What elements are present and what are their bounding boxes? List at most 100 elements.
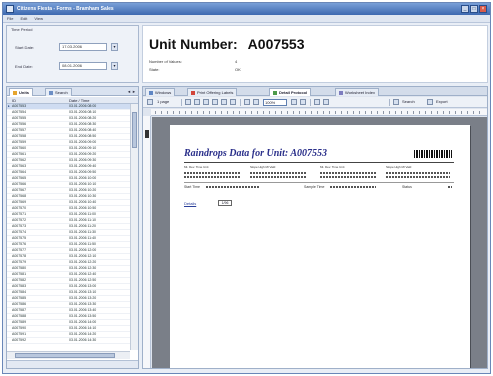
cell-id: A007582 <box>12 278 27 282</box>
minimize-button[interactable]: _ <box>461 5 469 13</box>
tab-search[interactable]: Search <box>45 88 72 96</box>
cell-date-time: 03.01.2006 10:30 <box>69 194 97 198</box>
prev-page-icon[interactable] <box>194 99 200 105</box>
window-title: Citizens Fiesta - Forms - Bramham Sales <box>17 6 114 12</box>
status-value <box>448 186 452 188</box>
search-icon[interactable] <box>393 99 399 105</box>
units-horizontal-scrollbar[interactable] <box>7 351 130 359</box>
ruler-tick <box>389 111 390 114</box>
next-page-icon[interactable] <box>230 99 236 105</box>
ruler-tick <box>365 111 366 114</box>
tab-print-labels[interactable]: Print Offering Labels <box>187 88 238 96</box>
folder-icon <box>13 91 17 95</box>
find-icon[interactable] <box>314 99 320 105</box>
cell-date-time: 03.01.2006 08:40 <box>69 128 97 132</box>
fit-width-icon[interactable] <box>291 99 297 105</box>
menu-file[interactable]: File <box>7 15 13 22</box>
ruler-tick <box>293 111 294 114</box>
column-headers-d: Slope High Ml Vald <box>386 165 412 169</box>
column-date-time[interactable]: Date / Time <box>69 97 89 104</box>
scroll-thumb[interactable] <box>15 353 115 358</box>
settings-icon[interactable] <box>323 99 329 105</box>
cell-date-time: 03.01.2006 11:10 <box>69 218 96 222</box>
cell-date-time: 03.01.2006 12:00 <box>69 248 97 252</box>
menu-bar: File Edit View <box>3 15 490 23</box>
zoom-select[interactable]: 100% <box>263 99 287 106</box>
values-count-label: Number of Values: <box>149 59 182 64</box>
current-row-icon: ▸ <box>8 104 10 108</box>
toolbar-separator <box>240 99 241 106</box>
ruler-tick <box>371 111 372 114</box>
menu-edit[interactable]: Edit <box>20 15 27 22</box>
column-id[interactable]: ID <box>12 97 16 104</box>
column-headers-c: Mt. Dev. Time Unit <box>320 165 345 169</box>
units-tabbar: Units Search ◄ ► <box>7 87 138 96</box>
cell-date-time: 03.01.2006 10:00 <box>69 176 97 180</box>
maximize-button[interactable]: □ <box>470 5 478 13</box>
tab-scroll-arrows[interactable]: ◄ ► <box>127 89 136 94</box>
tab-detail-protocol[interactable]: Detail Protocol <box>269 88 312 96</box>
end-date-label: End Date: <box>15 64 33 69</box>
ruler-tick <box>317 111 318 114</box>
cell-id: A007578 <box>12 254 27 258</box>
cell-id: A007561 <box>12 152 27 156</box>
menu-view[interactable]: View <box>34 15 43 22</box>
ruler-tick <box>425 111 426 114</box>
cell-id: A007554 <box>12 110 27 114</box>
document-icon <box>273 91 277 95</box>
cell-date-time: 03.01.2006 13:50 <box>69 314 97 318</box>
end-date-dropdown-icon[interactable]: ▾ <box>111 62 118 70</box>
cell-id: A007586 <box>12 302 27 306</box>
time-period-group: Time Period Start Date: 17.03.2006 ▾ End… <box>6 25 139 83</box>
first-page-icon[interactable] <box>185 99 191 105</box>
report-preview-area[interactable]: Raindrops Data for Unit: A007553 Mt. Dev… <box>152 117 487 368</box>
tab-worksheet-index[interactable]: Worksheet Index <box>335 88 379 96</box>
ruler-tick <box>161 111 162 114</box>
tab-units[interactable]: Units <box>9 88 33 96</box>
cell-id: A007588 <box>12 314 27 318</box>
cell-id: A007568 <box>12 194 27 198</box>
multi-page-icon[interactable] <box>221 99 227 105</box>
page-view-icon[interactable] <box>203 99 209 105</box>
barcode <box>414 150 452 158</box>
ruler-tick <box>419 111 420 114</box>
state-label: State: <box>149 67 160 72</box>
export-icon[interactable] <box>427 99 433 105</box>
tab-windows[interactable]: Windows <box>145 88 176 96</box>
search-icon <box>49 91 53 95</box>
cell-id: A007556 <box>12 122 27 126</box>
details-value: 1/96 <box>218 200 232 206</box>
export-button[interactable]: Export <box>436 99 448 106</box>
fit-page-icon[interactable] <box>300 99 306 105</box>
page-count: 1 page <box>157 99 170 104</box>
cell-date-time: 03.01.2006 14:10 <box>69 326 97 330</box>
ruler-tick <box>215 111 216 114</box>
tab-search-label: Search <box>55 90 68 95</box>
ruler-tick <box>467 111 468 114</box>
table-row[interactable]: A007592 03.01.2006 14:30 <box>7 338 130 344</box>
cell-id: A007591 <box>12 332 27 336</box>
cell-date-time: 03.01.2006 11:20 <box>69 224 96 228</box>
close-button[interactable]: × <box>479 5 487 13</box>
cell-id: A007562 <box>12 158 27 162</box>
details-link[interactable]: Details <box>184 201 196 206</box>
end-date-field[interactable]: 08.01.2006 <box>59 62 107 70</box>
units-vertical-scrollbar[interactable] <box>130 104 138 350</box>
scroll-thumb[interactable] <box>132 112 137 148</box>
cell-date-time: 03.01.2006 09:40 <box>69 164 97 168</box>
cell-id: A007567 <box>12 188 27 192</box>
zoom-out-icon[interactable] <box>244 99 250 105</box>
search-button[interactable]: Search <box>402 99 415 106</box>
tab-detail-protocol-label: Detail Protocol <box>279 90 308 95</box>
two-page-icon[interactable] <box>212 99 218 105</box>
cell-date-time: 03.01.2006 12:10 <box>69 254 97 258</box>
start-date-field[interactable]: 17.03.2006 <box>59 43 107 51</box>
report-divider <box>184 182 454 183</box>
zoom-in-icon[interactable] <box>253 99 259 105</box>
ruler-tick <box>257 111 258 114</box>
start-date-dropdown-icon[interactable]: ▾ <box>111 43 118 51</box>
cell-date-time: 03.01.2006 11:00 <box>69 212 96 216</box>
report-tabbar: Windows Print Offering Labels Detail Pro… <box>143 87 487 96</box>
print-icon[interactable] <box>147 99 153 105</box>
unit-number-value: A007553 <box>247 36 305 52</box>
